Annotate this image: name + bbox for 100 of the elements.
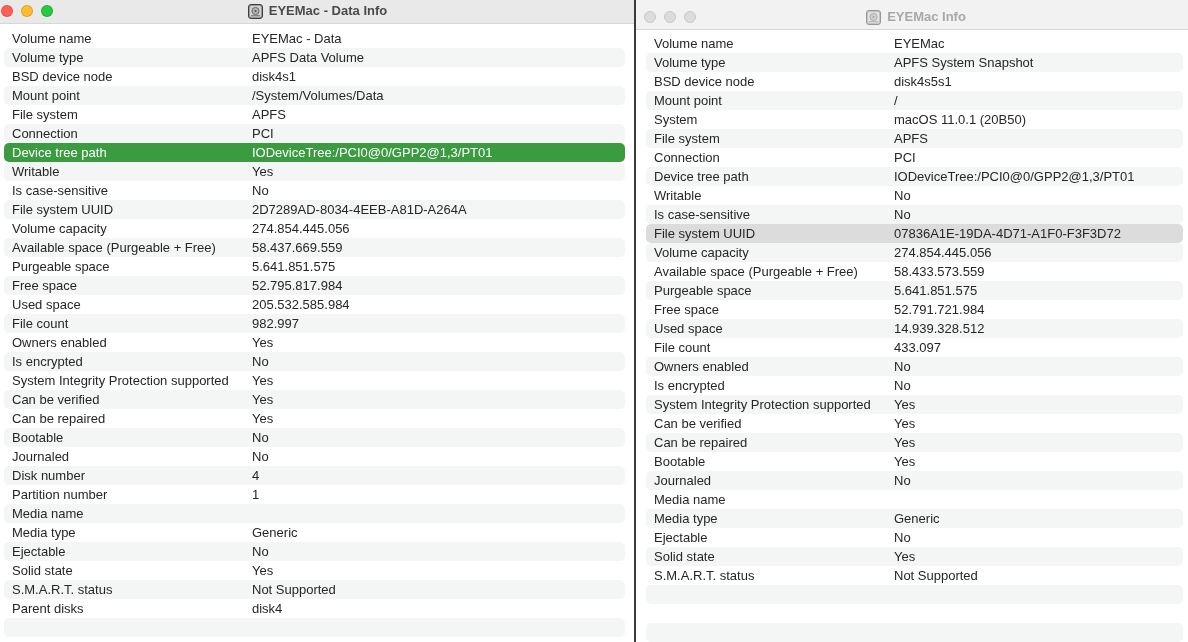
table-row[interactable]: File system UUID 2D7289AD-8034-4EEB-A81D-A264A (4, 200, 625, 219)
property-value: 982.997 (252, 315, 299, 332)
table-row[interactable]: Volume type APFS Data Volume (4, 48, 625, 67)
table-row[interactable]: Solid state Yes (646, 547, 1183, 566)
table-row[interactable]: File system APFS (646, 129, 1183, 148)
property-value: EYEMac - Data (252, 30, 342, 47)
table-row[interactable]: BSD device node disk4s5s1 (646, 72, 1183, 91)
table-row[interactable]: Is case-sensitive No (646, 205, 1183, 224)
table-row[interactable]: Free space 52.795.817.984 (4, 276, 625, 295)
table-row[interactable]: Media type Generic (4, 523, 625, 542)
property-value: EYEMac (894, 35, 945, 52)
property-value: No (252, 182, 269, 199)
table-row[interactable]: Free space 52.791.721.984 (646, 300, 1183, 319)
table-row[interactable]: File count 433.097 (646, 338, 1183, 357)
property-value: 274.854.445.056 (252, 220, 350, 237)
table-row[interactable]: Media name (4, 504, 625, 523)
table-row[interactable]: Available space (Purgeable + Free) 58.437.669.559 (4, 238, 625, 257)
table-row[interactable]: System Integrity Protection supported Yes (4, 371, 625, 390)
property-value: 07836A1E-19DA-4D71-A1F0-F3F3D72 (894, 225, 1121, 242)
property-value: No (252, 429, 269, 446)
property-value: Yes (252, 410, 274, 427)
property-label: Free space (654, 301, 721, 318)
minimize-button[interactable] (664, 11, 676, 23)
property-label: File count (654, 339, 712, 356)
property-label: System Integrity Protection supported (654, 396, 872, 413)
table-row[interactable]: Can be verified Yes (646, 414, 1183, 433)
zoom-button[interactable] (684, 11, 696, 23)
table-row[interactable]: System macOS 11.0.1 (20B50) (646, 110, 1183, 129)
property-label: Purgeable space (12, 258, 111, 275)
table-row[interactable]: Bootable No (4, 428, 625, 447)
table-row[interactable]: Purgeable space 5.641.851.575 (4, 257, 625, 276)
property-label: System (654, 111, 699, 128)
table-row[interactable]: Connection PCI (4, 124, 625, 143)
property-value: IODeviceTree:/PCI0@0/GPP2@1,3/PT01 (252, 144, 493, 161)
table-row[interactable]: File system APFS (4, 105, 625, 124)
table-row[interactable]: Used space 205.532.585.984 (4, 295, 625, 314)
property-value: 4 (252, 467, 260, 484)
table-row[interactable]: Can be repaired Yes (4, 409, 625, 428)
table-row[interactable]: Mount point /System/Volumes/Data (4, 86, 625, 105)
table-row[interactable]: Parent disks disk4 (4, 599, 625, 618)
property-label: Purgeable space (654, 282, 753, 299)
table-row[interactable]: Journaled No (4, 447, 625, 466)
table-row[interactable]: Used space 14.939.328.512 (646, 319, 1183, 338)
table-row[interactable]: Media name (646, 490, 1183, 509)
property-value: 5.641.851.575 (894, 282, 978, 299)
table-row[interactable]: Available space (Purgeable + Free) 58.433.573.559 (646, 262, 1183, 281)
property-value: APFS System Snapshot (894, 54, 1034, 71)
table-row[interactable]: Ejectable No (4, 542, 625, 561)
property-label: Used space (12, 296, 82, 313)
property-label: Mount point (12, 87, 81, 104)
table-row[interactable]: File count 982.997 (4, 314, 625, 333)
property-label: Disk number (12, 467, 86, 484)
table-row[interactable]: Mount point / (646, 91, 1183, 110)
property-label: File system (654, 130, 721, 147)
table-row[interactable]: S.M.A.R.T. status Not Supported (4, 580, 625, 599)
table-row[interactable]: Media type Generic (646, 509, 1183, 528)
table-row[interactable]: Owners enabled Yes (4, 333, 625, 352)
property-value: 58.437.669.559 (252, 239, 343, 256)
table-row[interactable]: Connection PCI (646, 148, 1183, 167)
property-value: /System/Volumes/Data (252, 87, 384, 104)
close-button[interactable] (644, 11, 656, 23)
property-label: Media name (654, 491, 727, 508)
table-row[interactable]: Volume capacity 274.854.445.056 (646, 243, 1183, 262)
property-value: PCI (252, 125, 274, 142)
table-row[interactable]: Volume capacity 274.854.445.056 (4, 219, 625, 238)
table-row[interactable]: Device tree path IODeviceTree:/PCI0@0/GPP2@1,3/PT01 (4, 143, 625, 162)
table-row[interactable]: Bootable Yes (646, 452, 1183, 471)
table-row[interactable]: BSD device node disk4s1 (4, 67, 625, 86)
table-row[interactable]: Partition number 1 (4, 485, 625, 504)
table-row[interactable]: File system UUID 07836A1E-19DA-4D71-A1F0-F3F3D72 (646, 224, 1183, 243)
property-label: BSD device node (654, 73, 756, 90)
table-row[interactable]: Volume name EYEMac - Data (4, 29, 625, 48)
table-row[interactable]: S.M.A.R.T. status Not Supported (646, 566, 1183, 585)
property-label: Volume capacity (654, 244, 750, 261)
table-row[interactable]: Is encrypted No (4, 352, 625, 371)
table-row[interactable]: Ejectable No (646, 528, 1183, 547)
table-row[interactable]: Owners enabled No (646, 357, 1183, 376)
property-value: Yes (894, 415, 916, 432)
property-value: Yes (894, 434, 916, 451)
table-row[interactable]: Device tree path IODeviceTree:/PCI0@0/GPP2@1,3/PT01 (646, 167, 1183, 186)
property-value: No (894, 377, 911, 394)
property-value: Yes (252, 334, 274, 351)
table-row[interactable]: Journaled No (646, 471, 1183, 490)
property-label: Owners enabled (12, 334, 108, 351)
property-label: BSD device node (12, 68, 114, 85)
table-row[interactable]: Writable No (646, 186, 1183, 205)
table-row[interactable]: Can be repaired Yes (646, 433, 1183, 452)
table-row[interactable]: Volume type APFS System Snapshot (646, 53, 1183, 72)
table-row[interactable]: Solid state Yes (4, 561, 625, 580)
table-row[interactable]: Purgeable space 5.641.851.575 (646, 281, 1183, 300)
table-row[interactable]: Is encrypted No (646, 376, 1183, 395)
table-row[interactable]: Writable Yes (4, 162, 625, 181)
table-row[interactable]: Volume name EYEMac (646, 34, 1183, 53)
table-row[interactable]: Can be verified Yes (4, 390, 625, 409)
table-row[interactable]: Is case-sensitive No (4, 181, 625, 200)
property-value: Yes (252, 372, 274, 389)
table-row[interactable]: System Integrity Protection supported Yes (646, 395, 1183, 414)
property-label: Can be verified (12, 391, 101, 408)
table-row[interactable]: Disk number 4 (4, 466, 625, 485)
property-value: 52.795.817.984 (252, 277, 343, 294)
